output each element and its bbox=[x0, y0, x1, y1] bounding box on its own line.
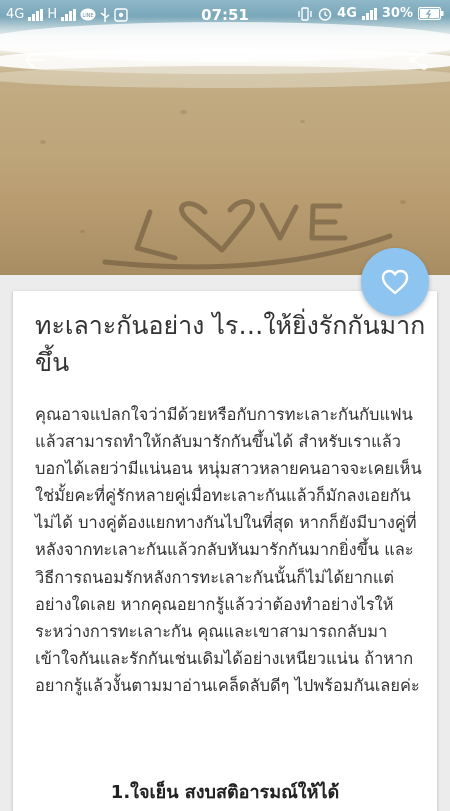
article-title: ทะเลาะกันอย่าง ไร…ให้ยิ่งรักกันมากขึ้น bbox=[35, 311, 426, 377]
back-arrow-icon bbox=[24, 51, 44, 69]
battery-icon bbox=[418, 7, 444, 20]
heart-outline-icon bbox=[381, 269, 409, 295]
battery-percent: 30% bbox=[381, 6, 413, 21]
vibrate-icon bbox=[298, 6, 312, 21]
status-bar: 4G H LINE 07:51 4G 30% bbox=[0, 0, 450, 30]
love-sand-drawing bbox=[102, 199, 393, 270]
network-type-label-right: 4G bbox=[337, 6, 357, 21]
favorite-button[interactable] bbox=[361, 248, 429, 316]
article-card: ทะเลาะกันอย่าง ไร…ให้ยิ่งรักกันมากขึ้น ค… bbox=[13, 291, 437, 811]
signal-icon-3 bbox=[361, 7, 377, 20]
share-button[interactable] bbox=[406, 48, 430, 76]
alarm-icon bbox=[318, 7, 332, 21]
back-button[interactable] bbox=[22, 48, 46, 76]
article-body: คุณอาจแปลกใจว่ามีด้วยหรือกับการทะเลาะกัน… bbox=[35, 405, 422, 695]
share-icon bbox=[409, 50, 427, 70]
article-subheading: 1.ใจเย็น สงบสติอารมณ์ให้ได้ bbox=[110, 782, 340, 803]
header-image bbox=[0, 0, 450, 275]
